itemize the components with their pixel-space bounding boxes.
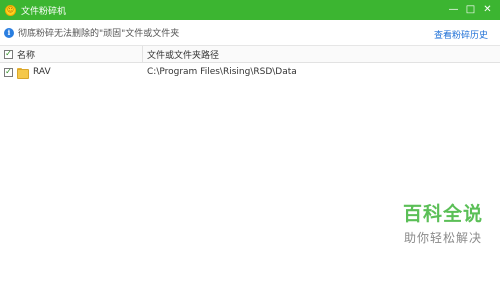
app-logo-icon: ☺: [5, 4, 16, 16]
table-header: ✓ 名称 文件或文件夹路径: [0, 45, 500, 63]
column-label-path: 文件或文件夹路径: [147, 50, 220, 61]
minimize-button[interactable]: —: [445, 0, 462, 20]
watermark-slogan: 助你轻松解决: [403, 230, 482, 245]
watermark-brand: 百科全说: [402, 203, 483, 225]
column-header-path[interactable]: 文件或文件夹路径: [143, 48, 219, 61]
folder-icon: [17, 67, 29, 79]
column-header-name[interactable]: ✓ 名称: [0, 45, 143, 63]
watermark: 百科全说 助你轻松解决: [403, 204, 483, 246]
window-controls: — □ ✕: [445, 0, 496, 20]
close-button[interactable]: ✕: [479, 0, 496, 20]
row-path-cell: C:\Program Files\Rising\RSD\Data: [143, 67, 297, 77]
row-name-cell: ✓ RAV: [0, 67, 143, 79]
row-checkbox[interactable]: ✓: [4, 67, 13, 77]
info-icon: i: [4, 27, 14, 38]
row-path: C:\Program Files\Rising\RSD\Data: [147, 67, 297, 77]
info-bar: i 彻底粉碎无法删除的"顽固"文件或文件夹 查看粉碎历史: [0, 20, 500, 46]
table-row[interactable]: ✓ RAV C:\Program Files\Rising\RSD\Data: [0, 63, 500, 81]
maximize-button[interactable]: □: [462, 0, 479, 20]
title-bar: ☺ 文件粉碎机 — □ ✕: [0, 0, 500, 20]
view-shred-history-link[interactable]: 查看粉碎历史: [434, 28, 488, 41]
window-title: 文件粉碎机: [21, 6, 67, 17]
info-text: 彻底粉碎无法删除的"顽固"文件或文件夹: [18, 29, 180, 39]
select-all-checkbox[interactable]: ✓: [4, 49, 13, 59]
column-label-name: 名称: [17, 50, 36, 61]
row-name: RAV: [33, 67, 51, 77]
